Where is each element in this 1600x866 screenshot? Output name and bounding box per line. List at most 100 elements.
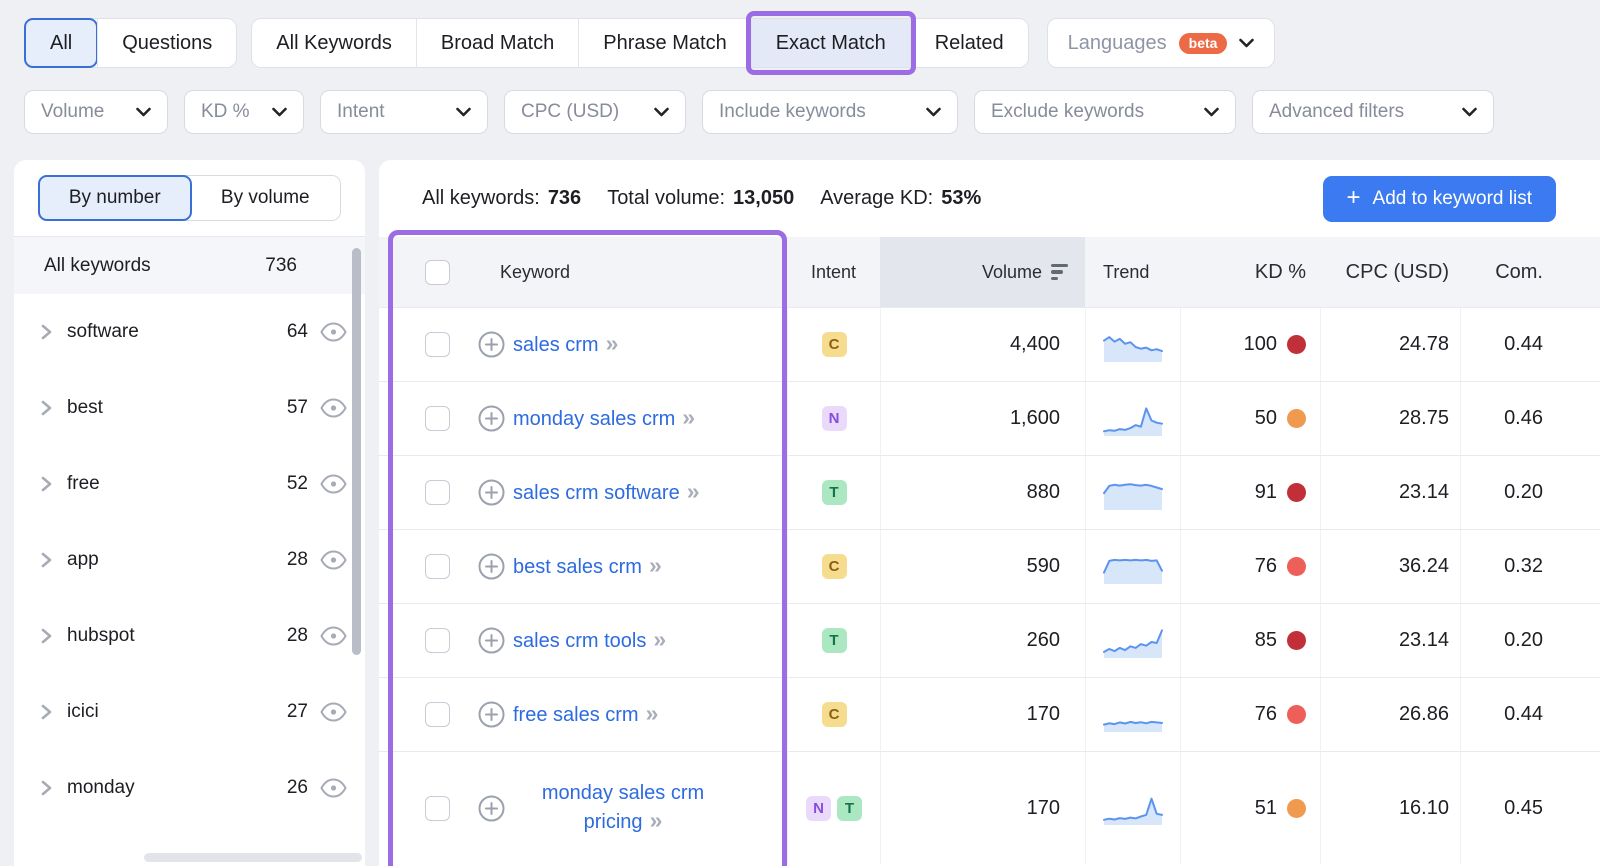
eye-icon[interactable]: [320, 626, 347, 646]
eye-icon[interactable]: [320, 550, 347, 570]
stat-average-kd: Average KD: 53%: [820, 187, 981, 210]
by-volume-toggle[interactable]: By volume: [191, 176, 341, 220]
chevron-right-icon[interactable]: [40, 626, 53, 646]
com-value: 0.20: [1460, 456, 1600, 529]
keyword-link[interactable]: monday sales crm pricing»: [513, 780, 733, 836]
eye-icon[interactable]: [320, 398, 347, 418]
tab-all-keywords[interactable]: All Keywords: [252, 19, 416, 67]
column-header-volume[interactable]: Volume: [880, 237, 1085, 307]
column-header-kd[interactable]: KD %: [1180, 237, 1320, 307]
filter-kd[interactable]: KD %: [184, 90, 304, 134]
sidebar-item-icici[interactable]: icici 27: [14, 674, 365, 750]
sidebar-item-all-keywords[interactable]: All keywords 736: [14, 237, 365, 294]
row-checkbox[interactable]: [425, 628, 450, 653]
keyword-link[interactable]: sales crm tools»: [513, 626, 666, 655]
row-checkbox[interactable]: [425, 332, 450, 357]
add-to-keyword-list-button[interactable]: + Add to keyword list: [1322, 176, 1556, 222]
match-type-bar: All Questions All Keywords Broad Match Phra…: [24, 11, 1276, 75]
filter-advanced-filters[interactable]: Advanced filters: [1252, 90, 1494, 134]
tab-phrase-match[interactable]: Phrase Match: [578, 19, 750, 67]
row-checkbox[interactable]: [425, 480, 450, 505]
chevron-right-icon[interactable]: [40, 398, 53, 418]
column-header-com[interactable]: Com.: [1460, 237, 1600, 307]
sidebar-item-monday[interactable]: monday 26: [14, 750, 365, 826]
tab-exact-match[interactable]: Exact Match: [745, 11, 916, 75]
chevron-right-icon[interactable]: [40, 550, 53, 570]
add-keyword-icon[interactable]: [478, 627, 505, 654]
eye-icon[interactable]: [320, 702, 347, 722]
column-header-keyword[interactable]: Keyword: [460, 237, 787, 307]
table-row: best sales crm» C 590 76 36.24 0.32: [379, 529, 1600, 603]
keyword-link[interactable]: best sales crm»: [513, 552, 662, 581]
languages-dropdown[interactable]: Languages beta: [1046, 18, 1276, 68]
filter-cpc-usd[interactable]: CPC (USD): [504, 90, 686, 134]
tab-label: Phrase Match: [603, 31, 727, 54]
eye-icon[interactable]: [320, 322, 347, 342]
filter-exclude-keywords[interactable]: Exclude keywords: [974, 90, 1236, 134]
eye-icon[interactable]: [320, 778, 347, 798]
cpc-value: 16.10: [1320, 752, 1460, 864]
trend-sparkline: [1103, 720, 1163, 732]
expand-keyword-icon[interactable]: »: [687, 478, 700, 504]
all-keywords-count: 736: [265, 254, 297, 276]
expand-keyword-icon[interactable]: »: [653, 626, 666, 652]
kd-dot: [1287, 409, 1306, 428]
tab-all[interactable]: All: [24, 18, 99, 68]
plus-icon: +: [1346, 184, 1361, 211]
chevron-right-icon[interactable]: [40, 474, 53, 494]
eye-icon[interactable]: [320, 474, 347, 494]
expand-keyword-icon[interactable]: »: [682, 404, 695, 430]
row-checkbox[interactable]: [425, 554, 450, 579]
expand-keyword-icon[interactable]: »: [649, 552, 662, 578]
group-label: icici: [67, 701, 99, 722]
column-header-intent[interactable]: Intent: [787, 237, 880, 307]
cpc-value: 23.14: [1320, 456, 1460, 529]
intent-badge-n: N: [806, 795, 831, 821]
tab-related[interactable]: Related: [909, 19, 1028, 67]
chevron-right-icon[interactable]: [40, 322, 53, 342]
sidebar-item-free[interactable]: free 52: [14, 446, 365, 522]
column-header-trend[interactable]: Trend: [1085, 237, 1180, 307]
keyword-groups-sidebar: By number By volume All keywords 736 sof…: [14, 160, 365, 866]
keyword-link[interactable]: monday sales crm»: [513, 404, 695, 433]
filter-volume[interactable]: Volume: [24, 90, 168, 134]
vertical-scrollbar[interactable]: [352, 248, 361, 655]
sidebar-item-app[interactable]: app 28: [14, 522, 365, 598]
kd-value: 85: [1254, 629, 1277, 651]
keyword-link[interactable]: free sales crm»: [513, 700, 658, 729]
filter-intent[interactable]: Intent: [320, 90, 488, 134]
keyword-link[interactable]: sales crm»: [513, 330, 618, 359]
horizontal-scrollbar[interactable]: [144, 853, 362, 862]
group-label: free: [67, 473, 100, 494]
add-keyword-icon[interactable]: [478, 795, 505, 822]
table-row: monday sales crm pricing» NT 170 51 16.1…: [379, 751, 1600, 864]
row-checkbox[interactable]: [425, 702, 450, 727]
add-keyword-icon[interactable]: [478, 331, 505, 358]
tab-broad-match[interactable]: Broad Match: [415, 19, 578, 67]
chevron-right-icon[interactable]: [40, 778, 53, 798]
by-number-toggle[interactable]: By number: [38, 175, 192, 221]
add-keyword-icon[interactable]: [478, 479, 505, 506]
keyword-link[interactable]: sales crm software»: [513, 478, 700, 507]
sort-descending-icon[interactable]: [1051, 263, 1068, 281]
row-checkbox[interactable]: [425, 406, 450, 431]
add-keyword-icon[interactable]: [478, 701, 505, 728]
sidebar-item-software[interactable]: software 64: [14, 294, 365, 370]
add-keyword-icon[interactable]: [478, 405, 505, 432]
expand-keyword-icon[interactable]: »: [650, 807, 663, 833]
chevron-right-icon[interactable]: [40, 702, 53, 722]
select-all-checkbox[interactable]: [425, 259, 450, 285]
group-count: 52: [286, 473, 308, 494]
sidebar-item-hubspot[interactable]: hubspot 28: [14, 598, 365, 674]
kd-dot: [1287, 705, 1306, 724]
row-checkbox[interactable]: [425, 795, 450, 821]
add-keyword-icon[interactable]: [478, 553, 505, 580]
tab-questions[interactable]: Questions: [97, 19, 236, 67]
kd-value: 100: [1243, 333, 1277, 355]
filter-include-keywords[interactable]: Include keywords: [702, 90, 958, 134]
column-header-cpc[interactable]: CPC (USD): [1320, 237, 1460, 307]
expand-keyword-icon[interactable]: »: [606, 330, 619, 356]
sidebar-item-best[interactable]: best 57: [14, 370, 365, 446]
add-to-keyword-list-label: Add to keyword list: [1372, 188, 1532, 209]
expand-keyword-icon[interactable]: »: [646, 700, 659, 726]
